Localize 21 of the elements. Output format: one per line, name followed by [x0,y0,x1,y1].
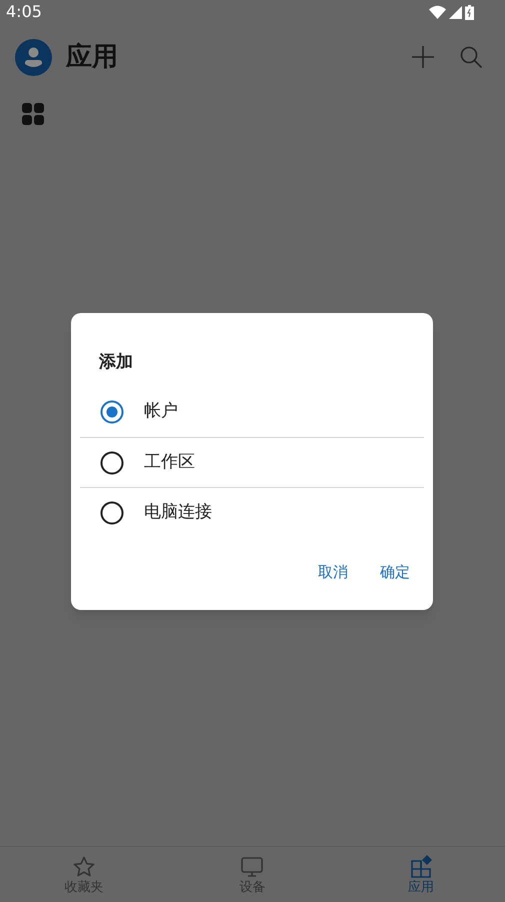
grid-view-icon[interactable] [22,103,44,125]
status-time: 4:05 [6,1,42,23]
radio-option[interactable]: 电脑连接 [80,487,424,537]
avatar-icon[interactable] [15,38,52,76]
apps-icon [408,854,433,878]
add-icon[interactable] [412,46,434,68]
monitor-icon [240,854,264,878]
radio-button[interactable] [100,500,124,524]
search-icon[interactable] [460,46,482,68]
wifi-icon [429,5,446,19]
dialog-button[interactable]: 确定 [372,557,418,588]
dialog-title: 添加 [98,351,134,374]
radio-button[interactable] [100,450,124,474]
signal-icon [449,6,462,18]
star-icon [72,854,96,878]
radio-button[interactable] [100,400,124,424]
dialog-button[interactable]: 取消 [310,557,356,588]
radio-option[interactable]: 帐户 [80,387,424,437]
page-title: 应用 [66,40,118,74]
battery-icon [465,4,474,20]
radio-option[interactable]: 工作区 [80,437,424,487]
